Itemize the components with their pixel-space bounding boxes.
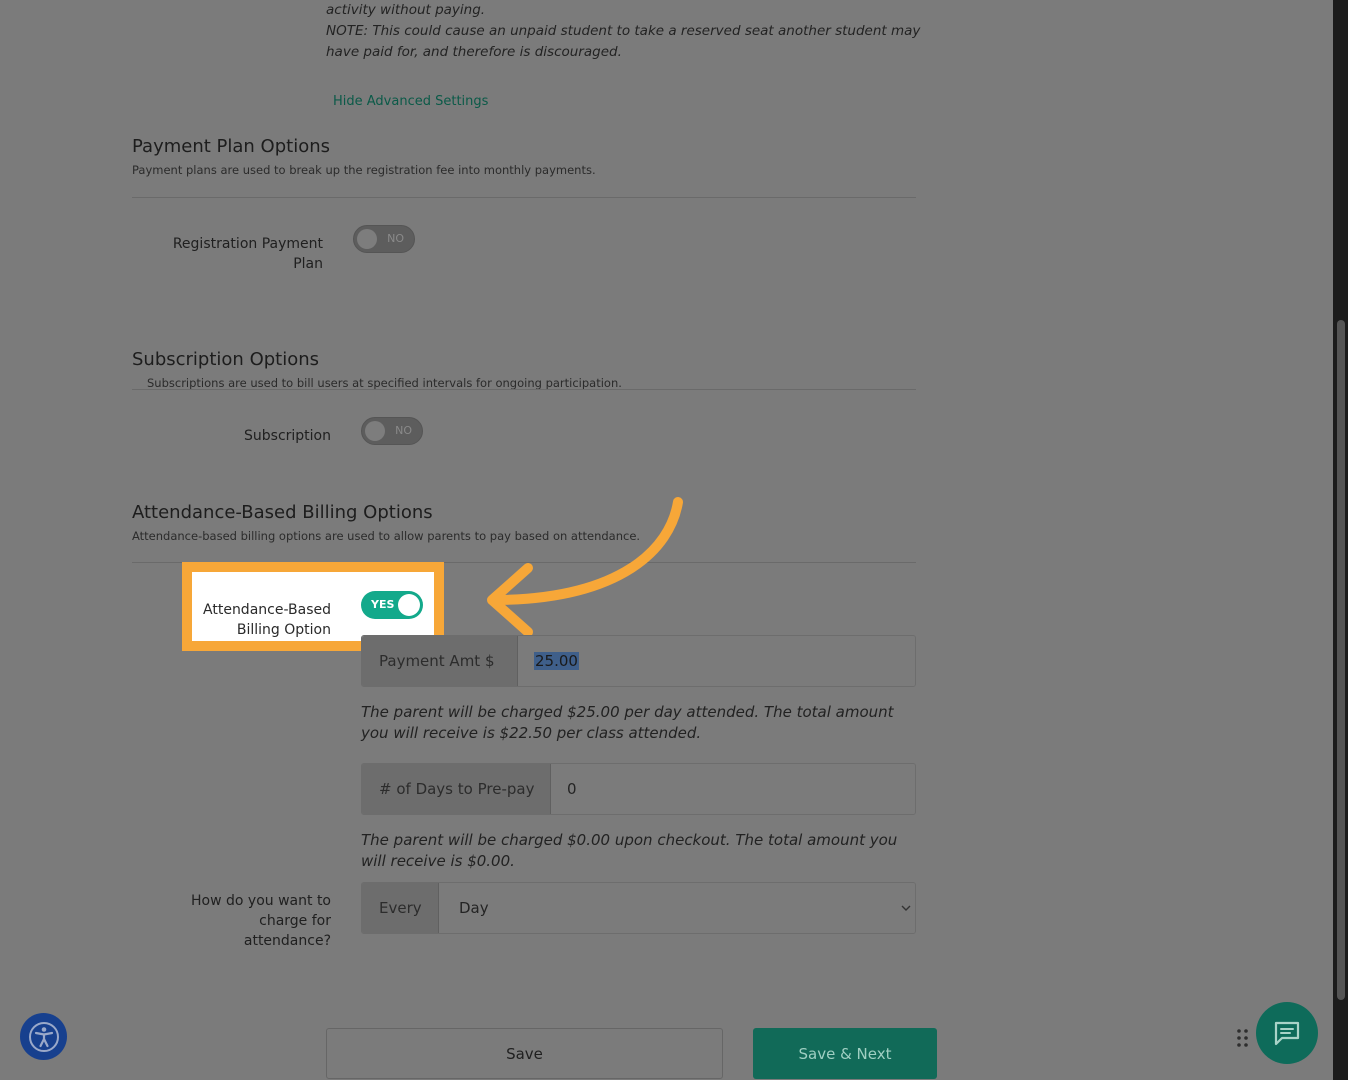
arrow-annotation-icon: [487, 497, 683, 637]
label-line: Billing Option: [236, 622, 331, 638]
payment-plan-description: Payment plans are used to break up the r…: [132, 163, 596, 177]
payment-helper-text: The parent will be charged $25.00 per da…: [361, 702, 921, 744]
attendance-billing-label: Attendance-Based Billing Option: [190, 600, 331, 640]
frequency-select[interactable]: Day: [439, 883, 915, 933]
label-line: Attendance-Based: [203, 602, 331, 618]
helper-line: The parent will be charged $0.00 upon ch…: [361, 831, 898, 849]
registration-payment-plan-toggle[interactable]: NO: [353, 225, 415, 253]
advanced-note: activity without paying. NOTE: This coul…: [326, 0, 926, 63]
label-line: How do you want to: [191, 893, 331, 909]
subscription-toggle[interactable]: NO: [361, 417, 423, 445]
chevron-down-icon: [901, 905, 911, 911]
save-and-next-button[interactable]: Save & Next: [753, 1028, 937, 1079]
payment-amount-value: 25.00: [534, 652, 579, 670]
prepay-days-addon: # of Days to Pre-pay: [362, 764, 551, 814]
attendance-title: Attendance-Based Billing Options: [132, 502, 433, 523]
toggle-knob: [365, 421, 385, 441]
hide-advanced-settings-link[interactable]: Hide Advanced Settings: [333, 94, 488, 109]
divider: [132, 197, 916, 198]
chat-button[interactable]: [1256, 1002, 1318, 1064]
label-line: charge for: [259, 913, 331, 929]
accessibility-icon: [28, 1021, 59, 1052]
subscription-title: Subscription Options: [132, 349, 320, 370]
prepay-helper-text: The parent will be charged $0.00 upon ch…: [361, 830, 921, 872]
toggle-knob: [357, 229, 377, 249]
label-line: attendance?: [243, 933, 331, 949]
label-line: Registration Payment: [172, 236, 323, 252]
every-addon: Every: [362, 883, 439, 933]
accessibility-button[interactable]: [20, 1013, 67, 1060]
chat-icon: [1274, 1021, 1300, 1046]
label-line: Plan: [293, 256, 323, 272]
toggle-knob: [398, 594, 420, 616]
toggle-text: NO: [387, 232, 404, 245]
payment-amount-group: Payment Amt $ 25.00: [361, 635, 916, 687]
charge-frequency-label: How do you want to charge for attendance…: [150, 891, 331, 951]
drag-handle-icon[interactable]: [1236, 1028, 1250, 1048]
divider: [132, 389, 916, 390]
attendance-billing-toggle[interactable]: YES: [361, 591, 423, 619]
helper-line: The parent will be charged $25.00 per da…: [361, 703, 894, 721]
prepay-days-group: # of Days to Pre-pay 0: [361, 763, 916, 815]
scrollbar-thumb[interactable]: [1337, 320, 1345, 1000]
note-line: NOTE: This could cause an unpaid student…: [326, 23, 921, 39]
frequency-selected-value: Day: [459, 899, 489, 917]
registration-payment-plan-label: Registration Payment Plan: [140, 234, 323, 274]
subscription-label: Subscription: [244, 428, 331, 444]
subscription-description: Subscriptions are used to bill users at …: [147, 376, 622, 390]
payment-plan-title: Payment Plan Options: [132, 136, 330, 157]
prepay-days-input[interactable]: 0: [551, 764, 915, 814]
payment-amount-addon: Payment Amt $: [362, 636, 518, 686]
toggle-text: NO: [395, 424, 412, 437]
charge-frequency-group: Every Day: [361, 882, 916, 934]
note-line: have paid for, and therefore is discoura…: [326, 44, 622, 60]
helper-line: will receive is $0.00.: [361, 852, 515, 870]
payment-amount-input[interactable]: 25.00: [518, 636, 915, 686]
toggle-text: YES: [371, 598, 395, 611]
save-button[interactable]: Save: [326, 1028, 723, 1079]
note-line: activity without paying.: [326, 2, 486, 18]
helper-line: you will receive is $22.50 per class att…: [361, 724, 702, 742]
